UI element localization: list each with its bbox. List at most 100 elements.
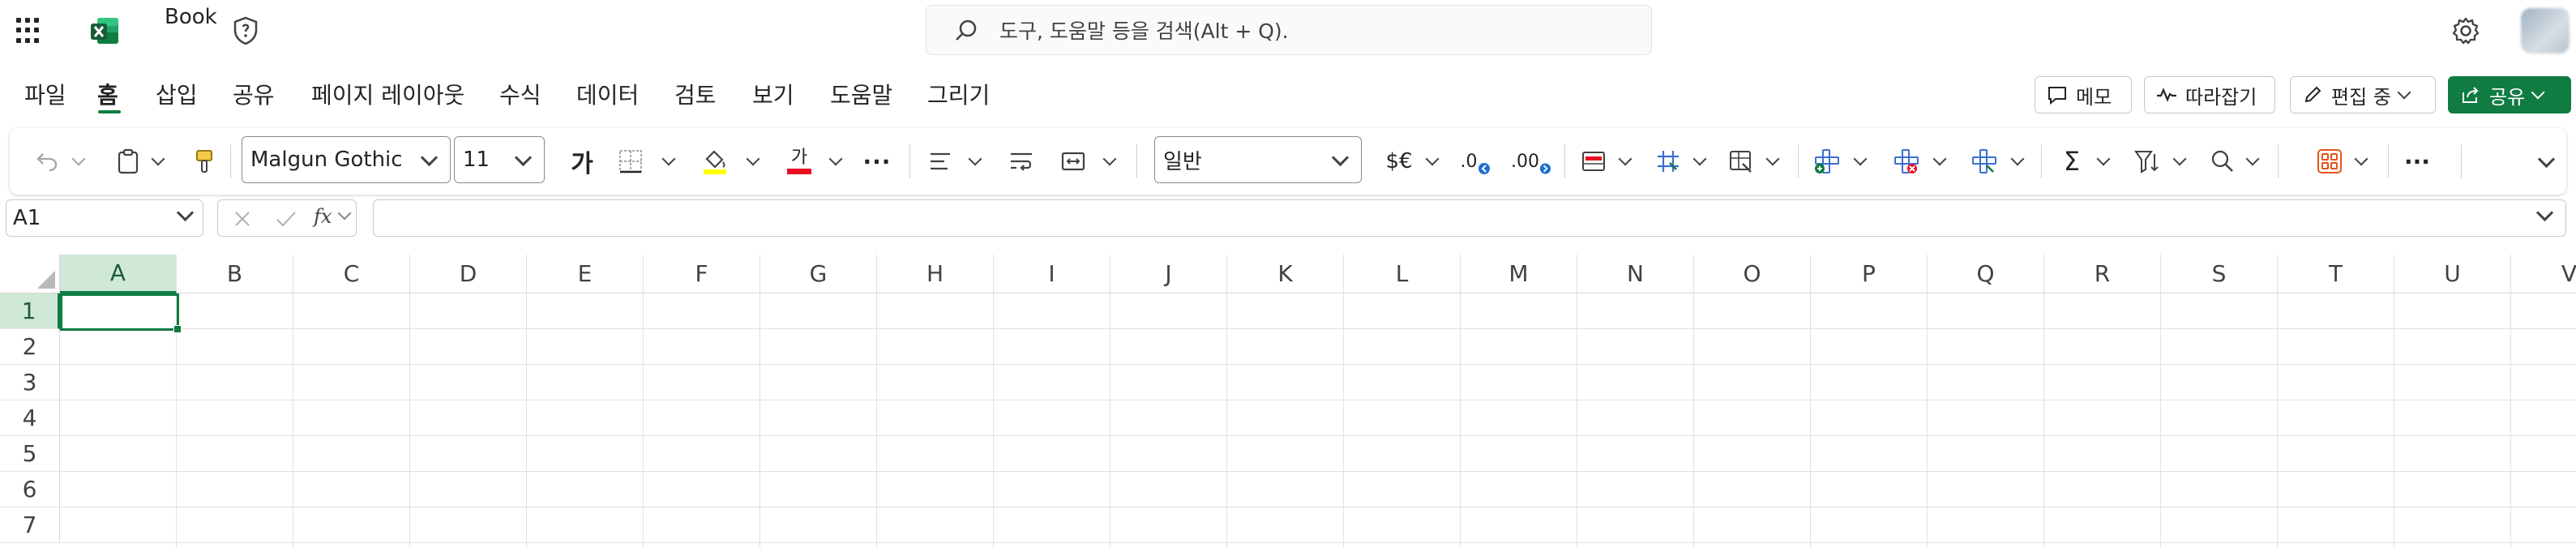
paste-dropdown[interactable]	[148, 143, 169, 180]
share-button[interactable]: 공유	[2448, 76, 2571, 113]
conditional-formatting-dropdown[interactable]	[1615, 143, 1636, 180]
column-header-l[interactable]: L	[1344, 255, 1461, 293]
format-as-table-dropdown[interactable]	[1689, 143, 1710, 180]
font-size-select[interactable]: 11	[454, 136, 545, 183]
column-header-c[interactable]: C	[293, 255, 410, 293]
undo-dropdown[interactable]	[68, 143, 89, 180]
row-header-1[interactable]: 1	[0, 293, 60, 329]
active-cell[interactable]	[60, 293, 182, 333]
tab-draw[interactable]: 그리기	[927, 78, 990, 110]
format-cells-dropdown[interactable]	[2007, 143, 2028, 180]
autosum-button[interactable]: Σ	[2056, 143, 2088, 180]
tab-formulas[interactable]: 수식	[499, 78, 541, 110]
insert-cells-button[interactable]	[1811, 143, 1843, 180]
font-name-select[interactable]: Malgun Gothic	[242, 136, 451, 183]
tab-review[interactable]: 검토	[674, 78, 717, 110]
borders-dropdown[interactable]	[658, 143, 679, 180]
delete-cells-button[interactable]	[1890, 143, 1923, 180]
chevron-down-icon[interactable]	[337, 206, 352, 220]
column-header-k[interactable]: K	[1227, 255, 1344, 293]
column-header-q[interactable]: Q	[1928, 255, 2044, 293]
search-input[interactable]	[998, 15, 1617, 46]
column-header-n[interactable]: N	[1577, 255, 1694, 293]
wrap-text-button[interactable]	[1005, 143, 1038, 180]
accounting-dropdown[interactable]	[1422, 143, 1443, 180]
cancel-icon[interactable]	[233, 209, 252, 229]
select-all-button[interactable]	[0, 255, 60, 293]
cell-styles-dropdown[interactable]	[1762, 143, 1783, 180]
name-box[interactable]: A1	[6, 199, 203, 237]
column-header-p[interactable]: P	[1811, 255, 1928, 293]
add-ins-button[interactable]	[2313, 143, 2346, 180]
column-header-f[interactable]: F	[644, 255, 760, 293]
app-launcher-icon[interactable]	[16, 18, 42, 44]
tab-file[interactable]: 파일	[24, 78, 66, 110]
fill-handle[interactable]	[173, 325, 182, 333]
row-header-4[interactable]: 4	[0, 400, 60, 436]
cell-styles-button[interactable]	[1725, 143, 1757, 180]
column-header-j[interactable]: J	[1110, 255, 1227, 293]
tab-page-layout[interactable]: 페이지 레이아웃	[311, 78, 464, 110]
row-header-6[interactable]: 6	[0, 472, 60, 507]
row-header-3[interactable]: 3	[0, 365, 60, 400]
column-header-g[interactable]: G	[760, 255, 877, 293]
increase-decimal-button[interactable]: .00	[1511, 143, 1551, 180]
ribbon-expand-button[interactable]	[2534, 143, 2558, 180]
accounting-format-button[interactable]: $€	[1381, 143, 1417, 180]
more-options-button[interactable]: ···	[2401, 143, 2433, 180]
tab-share[interactable]: 공유	[233, 78, 275, 110]
user-avatar[interactable]	[2521, 8, 2570, 54]
undo-button[interactable]	[29, 143, 65, 180]
gear-icon[interactable]	[2451, 16, 2480, 45]
tab-insert[interactable]: 삽입	[156, 78, 198, 110]
find-select-dropdown[interactable]	[2242, 143, 2263, 180]
decrease-decimal-button[interactable]: .0	[1457, 143, 1493, 180]
font-color-button[interactable]: 가	[783, 143, 815, 180]
paste-button[interactable]	[112, 143, 144, 180]
column-header-o[interactable]: O	[1694, 255, 1811, 293]
catch-up-button[interactable]: 따라잡기	[2144, 76, 2275, 113]
fill-color-dropdown[interactable]	[742, 143, 764, 180]
column-header-d[interactable]: D	[410, 255, 527, 293]
tab-data[interactable]: 데이터	[576, 78, 639, 110]
format-painter-button[interactable]	[190, 143, 219, 180]
fill-color-button[interactable]	[699, 143, 731, 180]
merge-dropdown[interactable]	[1099, 143, 1120, 180]
column-header-t[interactable]: T	[2278, 255, 2394, 293]
tab-view[interactable]: 보기	[752, 78, 794, 110]
column-header-s[interactable]: S	[2161, 255, 2278, 293]
column-header-a[interactable]: A	[60, 255, 177, 293]
add-ins-dropdown[interactable]	[2351, 143, 2372, 180]
chevron-down-icon[interactable]	[2535, 203, 2554, 222]
row-header-7[interactable]: 7	[0, 507, 60, 543]
format-cells-button[interactable]	[1968, 143, 2000, 180]
more-font-options-button[interactable]: ···	[861, 143, 893, 180]
column-header-b[interactable]: B	[177, 255, 293, 293]
tab-help[interactable]: 도움말	[830, 78, 892, 110]
row-header-2[interactable]: 2	[0, 329, 60, 365]
font-color-dropdown[interactable]	[825, 143, 846, 180]
insert-cells-dropdown[interactable]	[1850, 143, 1871, 180]
sensitivity-shield-icon[interactable]	[233, 16, 259, 45]
align-dropdown[interactable]	[965, 143, 986, 180]
formula-input[interactable]	[373, 199, 2566, 237]
document-title[interactable]: Book	[165, 5, 217, 29]
align-button[interactable]	[924, 143, 956, 180]
comments-button[interactable]: 메모	[2035, 76, 2132, 113]
editing-mode-button[interactable]: 편집 중	[2290, 76, 2436, 113]
column-header-h[interactable]: H	[877, 255, 994, 293]
cell-area[interactable]	[60, 293, 2576, 548]
column-header-v[interactable]: V	[2511, 255, 2576, 293]
autosum-dropdown[interactable]	[2093, 143, 2114, 180]
column-header-r[interactable]: R	[2044, 255, 2161, 293]
borders-button[interactable]	[614, 143, 647, 180]
format-as-table-button[interactable]	[1652, 143, 1684, 180]
delete-cells-dropdown[interactable]	[1929, 143, 1950, 180]
column-header-m[interactable]: M	[1461, 255, 1577, 293]
find-select-button[interactable]	[2206, 143, 2239, 180]
tab-home[interactable]: 홈	[97, 78, 118, 110]
column-header-i[interactable]: I	[994, 255, 1110, 293]
row-header-5[interactable]: 5	[0, 436, 60, 472]
column-header-u[interactable]: U	[2394, 255, 2511, 293]
search-box[interactable]	[926, 5, 1652, 55]
